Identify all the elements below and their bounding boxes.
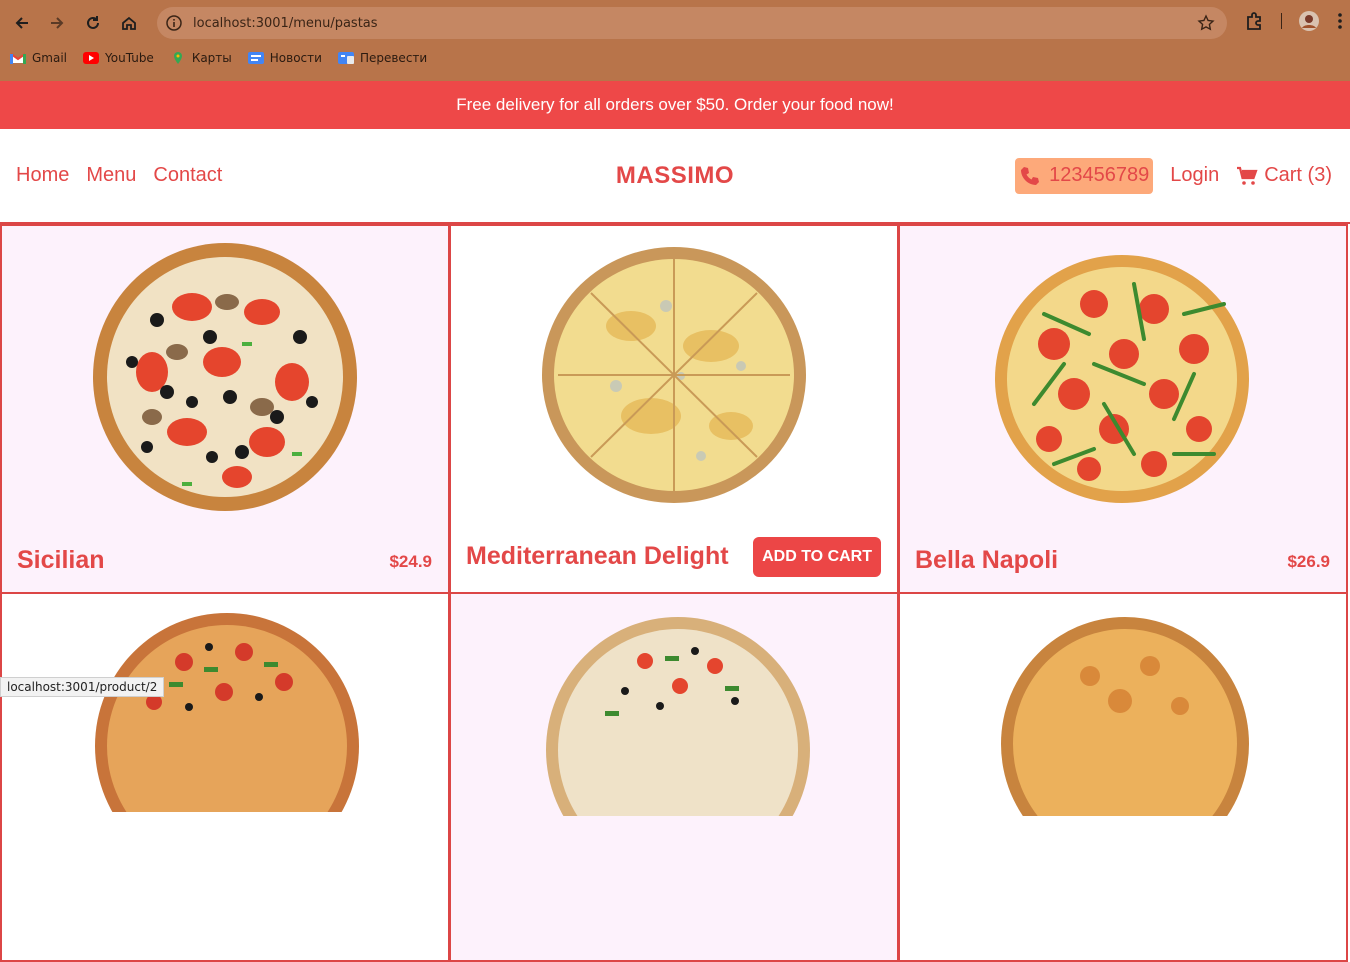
bookmark-news[interactable]: Новости [248,51,322,65]
pizza-image [1000,616,1250,816]
bookmarks-bar: Gmail YouTube Карты Новости Перевести [10,51,427,65]
site-header: Home Menu Contact MASSIMO 123456789 Logi… [0,129,1350,224]
youtube-icon [83,52,99,64]
product-price: $26.9 [1287,552,1330,572]
status-bar-url: localhost:3001/product/2 [0,677,164,697]
product-card[interactable] [0,592,450,962]
url-text[interactable]: localhost:3001/menu/pastas [193,16,378,31]
product-price: $24.9 [389,552,432,572]
cart-label: Cart (3) [1264,164,1332,187]
main-nav: Home Menu Contact [16,164,222,187]
product-name: Sicilian [17,546,105,575]
home-icon[interactable] [116,10,142,36]
extensions-icon[interactable] [1243,10,1265,32]
product-card-bella-napoli[interactable]: Bella Napoli $26.9 [898,224,1348,594]
login-link[interactable]: Login [1170,164,1219,187]
cart-icon [1236,166,1258,186]
phone-icon [1019,165,1041,187]
add-to-cart-button[interactable]: ADD TO CART [753,537,881,577]
phone-number: 123456789 [1049,164,1149,187]
toolbar-right [1243,10,1348,32]
bookmark-youtube[interactable]: YouTube [83,51,154,65]
translate-icon [338,52,354,64]
gmail-icon [10,52,26,64]
pizza-image [92,242,358,512]
bookmark-label: Gmail [32,51,67,65]
nav-link-menu[interactable]: Menu [86,164,136,187]
nav-link-contact[interactable]: Contact [153,164,222,187]
news-icon [248,52,264,64]
product-name: Mediterranean Delight [466,542,729,571]
reload-icon[interactable] [80,10,106,36]
product-card-mediterranean-delight[interactable]: Mediterranean Delight ADD TO CART [449,224,899,594]
nav-link-home[interactable]: Home [16,164,69,187]
cart-link[interactable]: Cart (3) [1236,164,1332,187]
pizza-image [541,246,807,504]
product-card[interactable] [449,592,899,962]
back-arrow-icon[interactable] [9,10,35,36]
product-card-sicilian[interactable]: Sicilian $24.9 [0,224,450,594]
pizza-image [545,616,811,816]
profile-avatar-icon[interactable] [1298,10,1320,32]
phone-button[interactable]: 123456789 [1015,158,1153,194]
product-card[interactable] [898,592,1348,962]
menu-kebab-icon[interactable] [1332,10,1348,32]
bookmark-translate[interactable]: Перевести [338,51,427,65]
bookmark-star-icon[interactable] [1197,14,1215,32]
bookmark-label: YouTube [105,51,154,65]
address-bar[interactable]: localhost:3001/menu/pastas [157,7,1227,39]
bookmark-label: Перевести [360,51,427,65]
forward-arrow-icon[interactable] [44,10,70,36]
bookmark-label: Новости [270,51,322,65]
header-actions: 123456789 Login Cart (3) [1015,158,1332,194]
promo-banner: Free delivery for all orders over $50. O… [0,81,1350,129]
bookmark-label: Карты [192,51,232,65]
pizza-image [994,254,1250,504]
promo-text: Free delivery for all orders over $50. O… [456,95,893,115]
site-info-icon[interactable] [165,14,183,32]
product-name: Bella Napoli [915,546,1058,575]
browser-chrome: localhost:3001/menu/pastas Gmail YouTube… [0,0,1350,81]
pizza-image [94,612,360,812]
bookmark-maps[interactable]: Карты [170,51,232,65]
bookmark-gmail[interactable]: Gmail [10,51,67,65]
maps-icon [170,52,186,64]
toolbar-divider [1281,13,1282,29]
